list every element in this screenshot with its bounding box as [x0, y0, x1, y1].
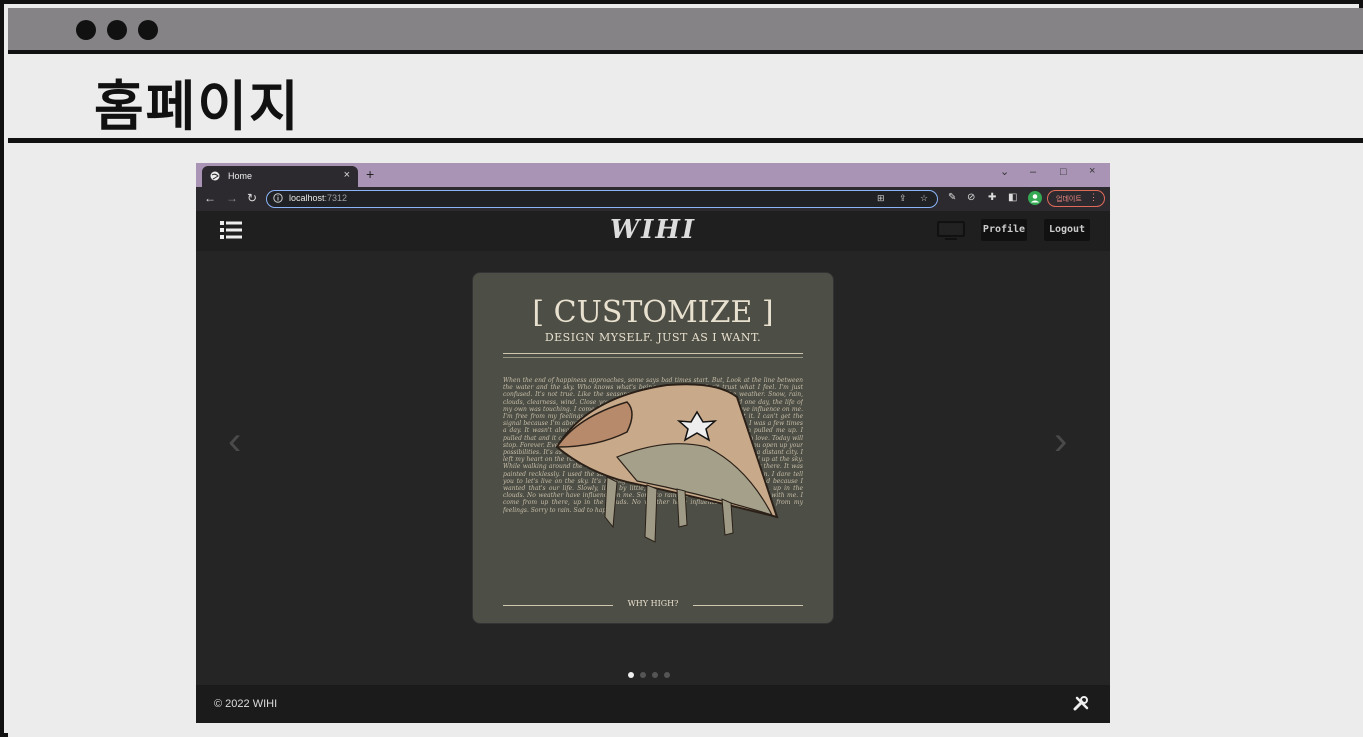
globe-icon	[210, 171, 220, 181]
profile-button[interactable]: Profile	[981, 219, 1027, 241]
slide-divider-top-2	[503, 357, 803, 358]
window-dot-1	[76, 20, 96, 40]
url-text[interactable]: localhost:7312	[289, 193, 347, 203]
window-titlebar	[8, 8, 1363, 54]
carousel-indicator-4[interactable]	[664, 672, 670, 678]
new-tab-button[interactable]: +	[366, 166, 374, 182]
slide-divider-top	[503, 353, 803, 354]
site-logo[interactable]: WIHI	[196, 215, 1110, 245]
translate-icon[interactable]: ⊞	[877, 193, 885, 204]
maximize-button[interactable]: □	[1060, 166, 1067, 178]
close-window-button[interactable]: ×	[1089, 165, 1095, 177]
carousel-prev-icon[interactable]: ‹	[228, 419, 241, 464]
logout-button[interactable]: Logout	[1044, 219, 1090, 241]
carousel-indicator-2[interactable]	[640, 672, 646, 678]
site-header: WIHI Profile Logout	[196, 211, 1110, 251]
carousel-slide-card[interactable]: [ CUSTOMIZE ] DESIGN MYSELF. JUST AS I W…	[473, 273, 833, 623]
carousel-indicator-3[interactable]	[652, 672, 658, 678]
slide-subtitle: DESIGN MYSELF. JUST AS I WANT.	[544, 331, 762, 344]
tab-title: Home	[228, 171, 253, 181]
side-panel-icon[interactable]: ◧	[1008, 192, 1017, 203]
page-header: 홈페이지	[8, 54, 1363, 143]
copyright-text: © 2022 WIHI	[214, 698, 278, 710]
browser-screenshot: Home × + ⌄ – □ × ← → ↻ localhost:7312 ⊞ …	[196, 163, 1110, 723]
pizza-illustration	[555, 383, 779, 543]
browser-tabstrip: Home × + ⌄ – □ ×	[196, 163, 1110, 187]
url-host: localhost	[289, 193, 325, 203]
site-footer: © 2022 WIHI	[196, 685, 1110, 723]
extensions-puzzle-icon[interactable]: ✚	[988, 192, 996, 203]
minimize-button[interactable]: –	[1030, 166, 1036, 178]
slide-footer: WHY HIGH?	[627, 599, 679, 608]
browser-toolbar: ← → ↻ localhost:7312 ⊞ ⇪ ☆ ✎ ⊘ ✚ ◧ 업데이트 …	[196, 187, 1110, 211]
slide-title: [ CUSTOMIZE ]	[532, 295, 774, 330]
tools-icon[interactable]	[1073, 696, 1089, 712]
url-port: :7312	[324, 193, 348, 203]
address-bar[interactable]: localhost:7312 ⊞ ⇪ ☆	[266, 190, 938, 208]
update-button[interactable]: 업데이트 ⋮	[1047, 190, 1105, 207]
site-info-icon[interactable]	[273, 193, 283, 203]
update-label: 업데이트	[1056, 196, 1082, 203]
carousel: ‹ › [ CUSTOMIZE ] DESIGN MYSELF. JUST AS…	[196, 251, 1110, 685]
profile-avatar-icon[interactable]	[1028, 191, 1042, 205]
window-dot-2	[107, 20, 127, 40]
browser-tab-home[interactable]: Home ×	[202, 166, 358, 187]
monitor-icon[interactable]	[937, 221, 965, 241]
carousel-indicators	[628, 665, 676, 683]
carousel-next-icon[interactable]: ›	[1054, 419, 1067, 464]
extension-pen-icon[interactable]: ✎	[948, 192, 956, 203]
tab-close-icon[interactable]: ×	[344, 169, 350, 181]
window-dot-3	[138, 20, 158, 40]
reload-icon[interactable]: ↻	[247, 191, 257, 205]
forward-icon[interactable]: →	[226, 191, 238, 205]
back-icon[interactable]: ←	[204, 191, 216, 205]
page-title: 홈페이지	[94, 75, 301, 138]
share-icon[interactable]: ⇪	[899, 193, 907, 204]
bookmark-star-icon[interactable]: ☆	[920, 193, 928, 204]
more-menu-icon[interactable]: ⋮	[1089, 192, 1098, 203]
extension-compass-icon[interactable]: ⊘	[967, 192, 975, 203]
tab-search-icon[interactable]: ⌄	[1000, 165, 1009, 178]
carousel-indicator-1[interactable]	[628, 672, 634, 678]
